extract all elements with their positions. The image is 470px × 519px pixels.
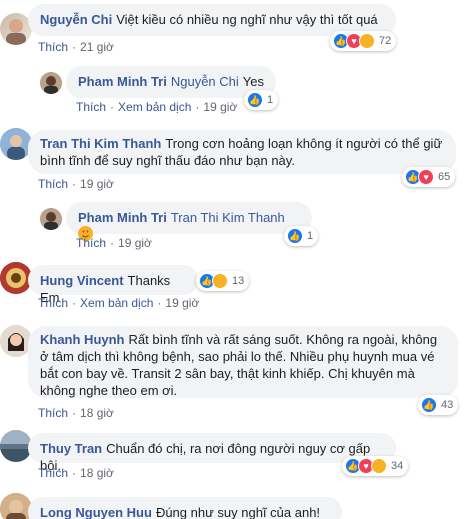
comment-author[interactable]: Long Nguyen Huu (40, 505, 152, 519)
comment-actions: Thích · 18 giờ (38, 406, 114, 420)
comment-actions: Thích · Xem bản dịch · 19 giờ (38, 296, 200, 310)
like-button[interactable]: Thích (76, 100, 106, 114)
comment-bubble: Pham Minh Tri Tran Thi Kim Thanh (66, 202, 312, 241)
love-icon: ♥ (418, 169, 434, 185)
comment-author[interactable]: Pham Minh Tri (78, 210, 167, 225)
wow-icon (212, 273, 228, 289)
timestamp[interactable]: 19 giờ (203, 100, 237, 114)
reaction-count: 65 (438, 171, 451, 183)
haha-icon (371, 458, 387, 474)
avatar[interactable] (0, 493, 32, 519)
comment-author[interactable]: Thuy Tran (40, 441, 102, 456)
reaction-count: 34 (391, 460, 404, 472)
comment-text: Đúng như suy nghĩ của anh! (155, 505, 321, 519)
see-translation-link[interactable]: Xem bản dịch (118, 100, 191, 114)
timestamp[interactable]: 19 giờ (118, 236, 152, 250)
reaction-summary[interactable]: 👍 1 (284, 226, 319, 246)
timestamp[interactable]: 21 giờ (80, 40, 114, 54)
haha-icon (359, 33, 375, 49)
comment-actions: Thích · 21 giờ (38, 40, 114, 54)
comment-bubble: Thuy Tran Chuẩn đó chị, ra nơi đông người… (28, 433, 396, 473)
comment-author[interactable]: Hung Vincent (40, 273, 124, 288)
comment-actions: Thích · 19 giờ (38, 177, 114, 191)
comment-author[interactable]: Nguyễn Chi (40, 12, 112, 27)
reaction-count: 1 (307, 230, 314, 242)
reaction-summary[interactable]: 👍 1 (244, 90, 279, 110)
avatar[interactable] (40, 72, 62, 94)
comment-actions: Thích · 18 giờ (38, 466, 114, 480)
comment-text: Việt kiều có nhiều ng nghĩ như vậy thì t… (116, 12, 378, 27)
see-translation-link[interactable]: Xem bản dịch (80, 296, 153, 310)
like-button[interactable]: Thích (76, 236, 106, 250)
comment-author[interactable]: Pham Minh Tri (78, 74, 167, 89)
comment-actions: Thích · Xem bản dịch · 19 giờ (76, 100, 238, 114)
timestamp[interactable]: 18 giờ (80, 406, 114, 420)
comment-bubble: Khanh Huynh Rất bình tĩnh và rất sáng suố… (28, 326, 458, 398)
like-button[interactable]: Thích (38, 466, 68, 480)
like-button[interactable]: Thích (38, 406, 68, 420)
reaction-count: 43 (441, 399, 454, 411)
timestamp[interactable]: 19 giờ (80, 177, 114, 191)
avatar[interactable] (40, 208, 62, 230)
mention-link[interactable]: Tran Thi Kim Thanh (171, 210, 285, 225)
like-icon: 👍 (247, 92, 263, 108)
timestamp[interactable]: 19 giờ (165, 296, 199, 310)
comment-bubble: Pham Minh Tri Nguyễn Chi Yes (66, 66, 276, 98)
reaction-count: 13 (232, 275, 245, 287)
timestamp[interactable]: 18 giờ (80, 466, 114, 480)
reaction-count: 72 (379, 35, 392, 47)
reaction-summary[interactable]: 👍 43 (418, 395, 459, 415)
comment-text: Yes (242, 74, 264, 89)
comment-bubble: Hung Vincent Thanks Em (28, 265, 198, 305)
reaction-count: 1 (267, 94, 274, 106)
like-icon: 👍 (421, 397, 437, 413)
like-icon: 👍 (287, 228, 303, 244)
comment-bubble: Tran Thi Kim Thanh Trong cơn hoảng loạn k… (28, 130, 456, 174)
comment-actions: Thích · 19 giờ (76, 236, 152, 250)
comment-author[interactable]: Tran Thi Kim Thanh (40, 136, 161, 151)
reaction-summary[interactable]: 👍 ♥ 34 (342, 456, 409, 476)
like-button[interactable]: Thích (38, 177, 68, 191)
like-button[interactable]: Thích (38, 40, 68, 54)
like-button[interactable]: Thích (38, 296, 68, 310)
comment-bubble: Long Nguyen Huu Đúng như suy nghĩ của anh… (28, 497, 342, 519)
reaction-summary[interactable]: 👍 ♥ 72 (330, 31, 397, 51)
comment-author[interactable]: Khanh Huynh (40, 332, 125, 347)
reaction-summary[interactable]: 👍 13 (196, 271, 250, 291)
mention-link[interactable]: Nguyễn Chi (171, 74, 239, 89)
reaction-summary[interactable]: 👍 ♥ 65 (402, 167, 456, 187)
